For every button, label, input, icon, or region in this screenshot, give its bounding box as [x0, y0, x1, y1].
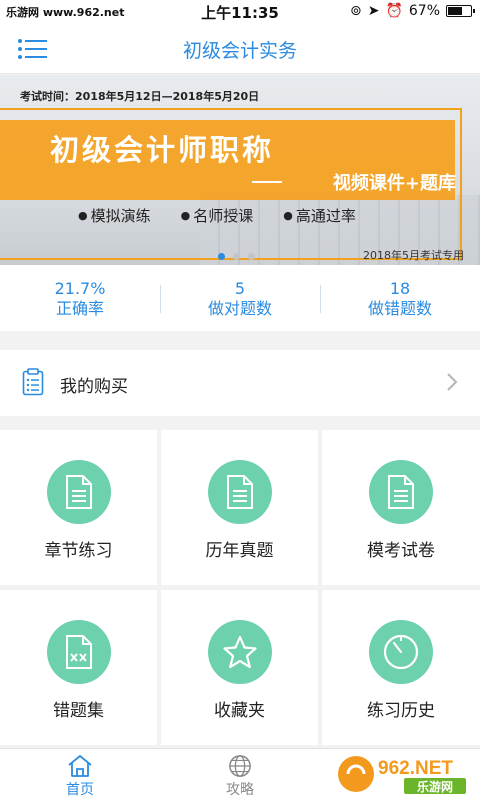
feature-grid: 章节练习 历年真题 模考试卷 错题集 收藏夹 练习历史: [0, 430, 480, 745]
grid-item-label: 模考试卷: [367, 541, 435, 561]
document-icon: [388, 475, 414, 509]
page-title: 初级会计实务: [182, 40, 297, 62]
tab-home[interactable]: 首页: [0, 749, 160, 800]
history-icon: [383, 634, 419, 670]
stat-label: 做错题数: [367, 299, 432, 318]
globe-icon: [229, 755, 251, 777]
rotation-lock-icon: ⊚: [349, 3, 362, 19]
document-icon: [65, 475, 92, 509]
grid-item-chapter-practice[interactable]: 章节练习: [0, 430, 157, 585]
location-icon: ➤: [367, 3, 380, 19]
stat-value: 5: [234, 279, 246, 298]
tab-label: 首页: [66, 782, 94, 798]
alarm-icon: ⏰: [385, 3, 403, 19]
status-right: ⊚ ➤ ⏰ 67%: [349, 3, 475, 19]
carousel-dots: [218, 253, 255, 260]
grid-item-label: 收藏夹: [214, 701, 265, 721]
watermark-sub-text: 乐游网: [417, 779, 453, 794]
my-purchase-label: 我的购买: [60, 377, 128, 397]
grid-item-label: 历年真题: [205, 541, 274, 561]
grid-item-favorites[interactable]: 收藏夹: [161, 590, 318, 745]
promo-banner[interactable]: 考试时间：2018年5月12日—2018年5月20日 初级会计师职称 视频课件+…: [0, 75, 480, 265]
stats-bar: 21.7% 正确率 5 做对题数 18 做错题数: [0, 265, 480, 331]
grid-item-wrong-questions[interactable]: 错题集: [0, 590, 157, 745]
chevron-right-icon: [447, 373, 458, 391]
watermark-logo-text: 962.NET: [378, 758, 453, 779]
grid-item-label: 练习历史: [367, 701, 435, 721]
battery-icon: [446, 5, 475, 17]
feature-item: 模拟演练: [78, 205, 151, 226]
banner-note: 2018年5月考试专用: [363, 249, 464, 262]
grid-icon-circle: [207, 460, 272, 524]
carousel-dot[interactable]: [218, 253, 225, 260]
grid-icon-circle: [46, 460, 111, 524]
stat-wrong-count: 18 做错题数: [320, 265, 480, 331]
nav-bar: 初级会计实务: [0, 24, 480, 74]
battery-percent: 67%: [408, 3, 440, 19]
exam-time: 考试时间：2018年5月12日—2018年5月20日: [20, 90, 260, 103]
tab-label: 攻略: [226, 782, 254, 798]
status-bar: 乐游网 www.962.net 上午11:35 ⊚ ➤ ⏰ 67%: [0, 0, 480, 24]
clipboard-icon: [22, 368, 44, 396]
grid-icon-circle: [207, 620, 272, 684]
my-purchase-row[interactable]: 我的购买: [0, 350, 480, 416]
stat-value: 21.7%: [54, 279, 106, 298]
feature-item: 名师授课: [181, 205, 253, 226]
grid-item-label: 章节练习: [44, 541, 113, 561]
grid-icon-circle: [369, 460, 433, 524]
stat-accuracy: 21.7% 正确率: [0, 265, 160, 331]
tab-guide[interactable]: 攻略: [160, 749, 320, 800]
grid-item-past-exams[interactable]: 历年真题: [161, 430, 318, 585]
stat-correct-count: 5 做对题数: [160, 265, 320, 331]
grid-icon-circle: [46, 620, 111, 684]
feature-item: 高通过率: [283, 205, 356, 226]
stat-label: 正确率: [55, 299, 104, 318]
watermark-graphic: 962.NET 乐游网: [338, 756, 466, 794]
stat-label: 做对题数: [207, 299, 272, 318]
site-watermark-logo: 962.NET 乐游网: [334, 752, 474, 796]
grid-item-mock-exams[interactable]: 模考试卷: [322, 430, 480, 585]
home-icon: [68, 755, 92, 777]
document-icon: [226, 475, 253, 509]
star-icon: [222, 635, 257, 669]
subtitle-dash: [252, 181, 282, 183]
stat-value: 18: [389, 279, 411, 298]
carousel-dot[interactable]: [233, 253, 240, 260]
grid-item-practice-history[interactable]: 练习历史: [322, 590, 480, 745]
carousel-dot[interactable]: [248, 253, 255, 260]
banner-features: 模拟演练 名师授课 高通过率: [78, 205, 356, 226]
banner-title: 初级会计师职称: [50, 133, 275, 167]
banner-subtitle: 视频课件+题库: [332, 173, 456, 194]
grid-item-label: 错题集: [53, 701, 104, 721]
wrong-document-icon: [65, 635, 92, 669]
grid-icon-circle: [369, 620, 433, 684]
